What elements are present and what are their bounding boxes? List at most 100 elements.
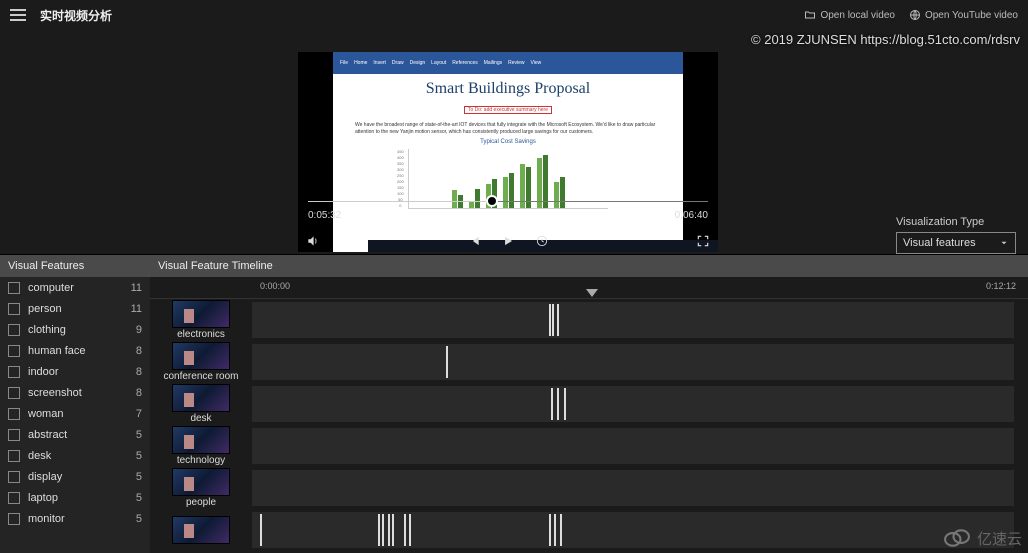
timeline-panel: Visual Feature Timeline 0:00:00 0:12:12 … — [150, 255, 1028, 553]
feature-item-desk[interactable]: desk5 — [0, 445, 150, 466]
feature-name: display — [28, 471, 136, 483]
open-local-video-button[interactable]: Open local video — [804, 9, 895, 21]
timeline-start-time: 0:00:00 — [260, 281, 290, 291]
timeline-playhead[interactable] — [586, 289, 598, 297]
doc-chart: 450400350300250200150100500 — [408, 149, 608, 209]
feature-item-display[interactable]: display5 — [0, 466, 150, 487]
feature-item-human-face[interactable]: human face8 — [0, 340, 150, 361]
doc-paragraph: We have the broadest range of state-of-t… — [355, 122, 661, 135]
feature-count: 5 — [136, 450, 142, 462]
checkbox-icon[interactable] — [8, 282, 20, 294]
timeline-row: technology — [150, 425, 1028, 467]
timeline-thumbnail[interactable] — [172, 468, 230, 496]
timeline-track[interactable] — [252, 385, 1014, 423]
checkbox-icon[interactable] — [8, 387, 20, 399]
feature-name: desk — [28, 450, 136, 462]
checkbox-icon[interactable] — [8, 345, 20, 357]
feature-item-computer[interactable]: computer11 — [0, 277, 150, 298]
timeline-row-label: people — [186, 497, 216, 508]
play-icon[interactable] — [501, 234, 515, 248]
app-title: 实时视频分析 — [40, 7, 112, 24]
feature-count: 8 — [136, 345, 142, 357]
feature-name: person — [28, 303, 131, 315]
timeline-track[interactable] — [252, 427, 1014, 465]
video-controls — [298, 234, 718, 248]
feature-item-screenshot[interactable]: screenshot8 — [0, 382, 150, 403]
feature-item-monitor[interactable]: monitor5 — [0, 508, 150, 529]
timeline-track[interactable] — [252, 511, 1014, 549]
timeline-row-label: technology — [177, 455, 225, 466]
checkbox-icon[interactable] — [8, 492, 20, 504]
video-player: FileHomeInsertDrawDesignLayoutReferences… — [298, 52, 718, 252]
timeline-end-time: 0:12:12 — [986, 281, 1016, 291]
open-youtube-video-button[interactable]: Open YouTube video — [909, 9, 1018, 21]
timeline-track[interactable] — [252, 301, 1014, 339]
timeline-thumbnail[interactable] — [172, 516, 230, 544]
globe-icon — [909, 9, 921, 21]
feature-count: 9 — [136, 324, 142, 336]
timeline-track[interactable] — [252, 469, 1014, 507]
watermark-text: © 2019 ZJUNSEN https://blog.51cto.com/rd… — [751, 32, 1020, 47]
checkbox-icon[interactable] — [8, 513, 20, 525]
visualization-type-select[interactable]: Visual features — [896, 232, 1016, 254]
feature-item-abstract[interactable]: abstract5 — [0, 424, 150, 445]
feature-name: indoor — [28, 366, 136, 378]
checkbox-icon[interactable] — [8, 471, 20, 483]
checkbox-icon[interactable] — [8, 366, 20, 378]
feature-count: 8 — [136, 387, 142, 399]
visualization-type-block: Visualization Type Visual features — [896, 216, 1016, 254]
timeline-thumbnail[interactable] — [172, 384, 230, 412]
video-scrubber[interactable] — [308, 201, 708, 202]
timeline-row-label: electronics — [177, 329, 225, 340]
doc-chart-title: Typical Cost Savings — [345, 139, 671, 145]
feature-name: screenshot — [28, 387, 136, 399]
feature-name: woman — [28, 408, 136, 420]
timeline-ruler[interactable]: 0:00:00 0:12:12 — [150, 277, 1028, 299]
timeline-row: conference room — [150, 341, 1028, 383]
scrubber-knob[interactable] — [486, 195, 498, 207]
doc-heading: Smart Buildings Proposal — [345, 80, 671, 98]
feature-name: monitor — [28, 513, 136, 525]
feature-count: 11 — [131, 282, 142, 294]
timeline-thumbnail[interactable] — [172, 300, 230, 328]
timeline-thumbnail[interactable] — [172, 426, 230, 454]
checkbox-icon[interactable] — [8, 429, 20, 441]
timeline-row: electronics — [150, 299, 1028, 341]
feature-count: 7 — [136, 408, 142, 420]
doc-todo: To Do: add executive summary here — [464, 106, 552, 114]
timeline-thumbnail[interactable] — [172, 342, 230, 370]
feature-item-clothing[interactable]: clothing9 — [0, 319, 150, 340]
volume-icon[interactable] — [306, 234, 320, 248]
feature-item-woman[interactable]: woman7 — [0, 403, 150, 424]
folder-icon — [804, 9, 816, 21]
timeline-row — [150, 509, 1028, 551]
logo-icon — [943, 527, 971, 549]
video-current-time: 0:05:32 — [308, 210, 341, 221]
fullscreen-icon[interactable] — [696, 234, 710, 248]
timeline-track[interactable] — [252, 343, 1014, 381]
feature-count: 8 — [136, 366, 142, 378]
loop-icon[interactable] — [535, 234, 549, 248]
timeline-row-label: desk — [190, 413, 211, 424]
feature-item-laptop[interactable]: laptop5 — [0, 487, 150, 508]
visualization-type-label: Visualization Type — [896, 216, 1016, 228]
feature-count: 5 — [136, 513, 142, 525]
prev-icon[interactable] — [467, 234, 481, 248]
checkbox-icon[interactable] — [8, 324, 20, 336]
feature-name: human face — [28, 345, 136, 357]
timeline-row: people — [150, 467, 1028, 509]
footer-logo: 亿速云 — [943, 527, 1022, 549]
feature-count: 5 — [136, 429, 142, 441]
checkbox-icon[interactable] — [8, 450, 20, 462]
feature-item-person[interactable]: person11 — [0, 298, 150, 319]
chevron-down-icon — [999, 238, 1009, 248]
feature-count: 5 — [136, 471, 142, 483]
feature-name: laptop — [28, 492, 136, 504]
checkbox-icon[interactable] — [8, 408, 20, 420]
feature-count: 11 — [131, 303, 142, 315]
feature-name: abstract — [28, 429, 136, 441]
menu-icon[interactable] — [10, 9, 26, 21]
feature-item-indoor[interactable]: indoor8 — [0, 361, 150, 382]
checkbox-icon[interactable] — [8, 303, 20, 315]
timeline-row: desk — [150, 383, 1028, 425]
